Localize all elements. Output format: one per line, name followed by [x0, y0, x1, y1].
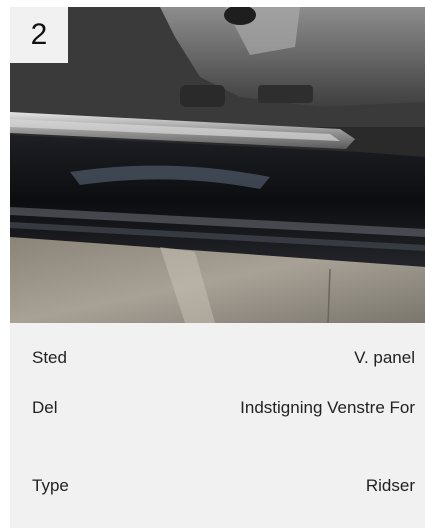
- detail-label: Del: [32, 398, 58, 417]
- detail-value: V. panel: [354, 348, 415, 367]
- detail-label: Sted: [32, 348, 67, 367]
- detail-row-part: Del Indstigning Venstre For: [32, 395, 415, 421]
- detail-row-type: Type Ridser: [32, 473, 415, 499]
- damage-details: Sted V. panel Del Indstigning Venstre Fo…: [10, 323, 425, 528]
- detail-value: Indstigning Venstre For: [240, 398, 415, 417]
- detail-row-location: Sted V. panel: [32, 345, 415, 371]
- detail-label: Type: [32, 476, 69, 495]
- damage-photo[interactable]: 2: [10, 7, 425, 323]
- damage-card[interactable]: 2 Sted V. panel Del Indstigning Venstre …: [10, 7, 425, 528]
- detail-value: Ridser: [365, 476, 415, 495]
- car-sill-photo: [10, 7, 425, 323]
- photo-number-badge: 2: [10, 7, 68, 63]
